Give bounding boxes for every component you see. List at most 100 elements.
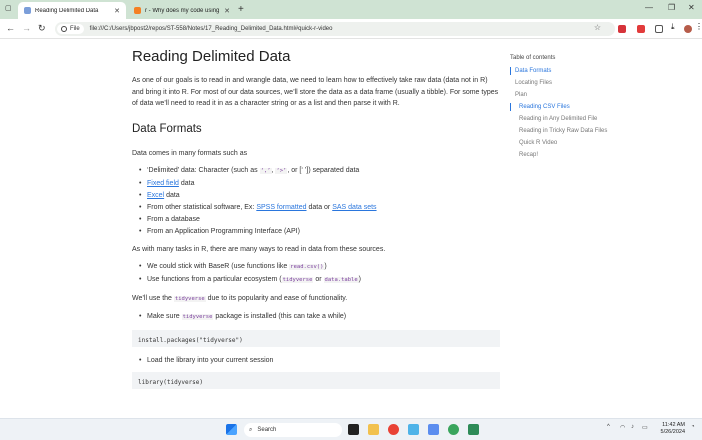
back-icon[interactable]: ←: [6, 23, 15, 33]
intro-paragraph: As one of our goals is to read in and wr…: [132, 77, 499, 107]
article: Reading Delimited Data As one of our goa…: [132, 48, 500, 397]
inline-code: ‘>’: [275, 168, 288, 174]
tab-strip: Reading Delimited Data ✕ r - Why does my…: [0, 0, 702, 19]
section-heading-data-formats: Data Formats: [132, 122, 202, 135]
search-icon: ⌕: [249, 426, 253, 433]
formats-list: ‘Delimited’ data: Character (such as ‘,’…: [139, 165, 500, 238]
forward-icon[interactable]: →: [22, 23, 31, 33]
list-item: Excel data: [139, 190, 500, 202]
chrome-profile-icon[interactable]: [448, 424, 459, 435]
text: ): [358, 276, 362, 283]
slack-icon[interactable]: [408, 424, 419, 435]
maximize-icon[interactable]: ❐: [668, 3, 675, 12]
text: We’ll use the: [132, 294, 174, 302]
file-label: File: [70, 26, 80, 32]
puzzle-icon[interactable]: [655, 25, 663, 33]
toc-active-rail: [510, 103, 511, 111]
stackoverflow-favicon-icon: [134, 7, 141, 14]
chrome-icon[interactable]: [388, 424, 399, 435]
sas-link[interactable]: SAS data sets: [332, 204, 376, 211]
toc-item-tricky-raw[interactable]: Reading in Tricky Raw Data Files: [510, 127, 620, 135]
use-tidyverse-paragraph: We’ll use the tidyverse due to its popul…: [132, 293, 500, 306]
fixed-field-link[interactable]: Fixed field: [147, 180, 179, 187]
list-item: Load the library into your current sessi…: [139, 355, 500, 367]
close-icon[interactable]: ✕: [114, 7, 120, 15]
app-icon[interactable]: [428, 424, 439, 435]
close-icon[interactable]: ✕: [224, 7, 230, 15]
extension-icon[interactable]: [618, 25, 626, 33]
text: We could stick with BaseR (use functions…: [147, 263, 290, 270]
text: due to its popularity and ease of functi…: [205, 294, 348, 302]
inline-code: tidyverse: [281, 277, 314, 283]
toc-item-reading-csv[interactable]: Reading CSV Files: [510, 103, 620, 111]
text: Make sure: [147, 313, 182, 320]
toc-item-data-formats[interactable]: Data Formats: [510, 67, 620, 75]
table-of-contents: Table of contents Data Formats Locating …: [510, 54, 620, 163]
page-title: Reading Delimited Data: [132, 48, 291, 65]
inline-code: read.csv(): [289, 264, 325, 270]
pdf-extension-icon[interactable]: [637, 25, 645, 33]
code-block-library[interactable]: library(tidyverse): [132, 372, 500, 389]
clock[interactable]: 11:42 AM 5/26/2024: [661, 422, 685, 436]
profile-avatar[interactable]: [684, 25, 692, 33]
tab-reading-delimited-data[interactable]: Reading Delimited Data ✕: [18, 2, 126, 19]
install-list: Make sure tidyverse package is installed…: [139, 311, 500, 324]
list-item: Use functions from a particular ecosyste…: [139, 274, 500, 287]
inline-code: data.table: [323, 277, 359, 283]
text: ): [324, 263, 327, 270]
notifications-icon[interactable]: ◔: [691, 424, 695, 430]
ways-list: We could stick with BaseR (use functions…: [139, 261, 500, 287]
toc-item-plan[interactable]: Plan: [510, 91, 620, 99]
task-view-icon[interactable]: [348, 424, 359, 435]
info-icon: [61, 26, 67, 32]
battery-icon[interactable]: ▭: [642, 424, 648, 431]
list-item: From an Application Programming Interfac…: [139, 226, 500, 238]
reload-icon[interactable]: ↻: [38, 23, 46, 34]
wifi-icon[interactable]: ◠: [620, 424, 625, 431]
toc-item-quick-r-video[interactable]: Quick R Video: [510, 139, 620, 147]
code-block-install[interactable]: install.packages("tidyverse"): [132, 329, 500, 347]
toc-item-reading-delimited[interactable]: Reading in Any Delimited File: [510, 115, 620, 123]
text: Use functions from a particular ecosyste…: [147, 276, 282, 283]
volume-icon[interactable]: ♪: [631, 424, 634, 430]
inline-code: tidyverse: [173, 295, 206, 302]
list-item: From other statistical software, Ex: SPS…: [139, 202, 500, 214]
file-explorer-icon[interactable]: [368, 424, 379, 435]
tab-stackoverflow[interactable]: r - Why does my code using read... ✕: [128, 2, 236, 19]
time: 11:42 AM: [662, 422, 685, 428]
menu-kebab-icon[interactable]: ⋮: [695, 22, 702, 31]
tab-search-icon[interactable]: ▢: [5, 4, 12, 12]
text: data: [164, 192, 180, 199]
date: 5/26/2024: [660, 429, 685, 435]
window-close-icon[interactable]: ✕: [688, 3, 695, 12]
excel-link[interactable]: Excel: [147, 192, 164, 199]
load-list: Load the library into your current sessi…: [139, 355, 500, 367]
toc-item-recap[interactable]: Recap!: [510, 151, 620, 159]
bookmark-star-icon[interactable]: ☆: [594, 23, 601, 32]
url-text[interactable]: file:///C:/Users/jbpost2/repos/ST-558/No…: [90, 26, 333, 32]
tab-title: r - Why does my code using read...: [145, 7, 220, 14]
text: data or: [306, 204, 333, 211]
download-icon[interactable]: ⤓: [671, 22, 679, 31]
windows-taskbar: ⌕ Search ^ ◠ ♪ ▭ 11:42 AM 5/26/2024 ◔: [0, 418, 702, 440]
spss-link[interactable]: SPSS formatted: [256, 204, 306, 211]
toc-title: Table of contents: [510, 55, 556, 61]
list-item: ‘Delimited’ data: Character (such as ‘,’…: [139, 165, 500, 178]
list-item: Make sure tidyverse package is installed…: [139, 311, 500, 324]
taskbar-search[interactable]: ⌕ Search: [244, 423, 342, 437]
address-bar[interactable]: File file:///C:/Users/jbpost2/repos/ST-5…: [55, 22, 615, 36]
text: data: [178, 180, 195, 187]
text: , or [‘ ’]) separated data: [287, 167, 360, 174]
text: From other statistical software, Ex:: [147, 204, 257, 211]
minimize-icon[interactable]: —: [645, 3, 653, 12]
ways-intro: As with many tasks in R, there are many …: [132, 245, 386, 253]
page-favicon-icon: [24, 7, 31, 14]
site-info-chip[interactable]: File: [57, 24, 84, 34]
windows-start-icon[interactable]: [226, 424, 237, 435]
excel-icon[interactable]: [468, 424, 479, 435]
new-tab-icon[interactable]: +: [238, 4, 244, 15]
toc-item-locating-files[interactable]: Locating Files: [510, 79, 620, 87]
tray-chevron-icon[interactable]: ^: [607, 424, 610, 430]
page-viewport: Reading Delimited Data As one of our goa…: [0, 40, 702, 418]
toc-active-rail: [510, 67, 511, 75]
